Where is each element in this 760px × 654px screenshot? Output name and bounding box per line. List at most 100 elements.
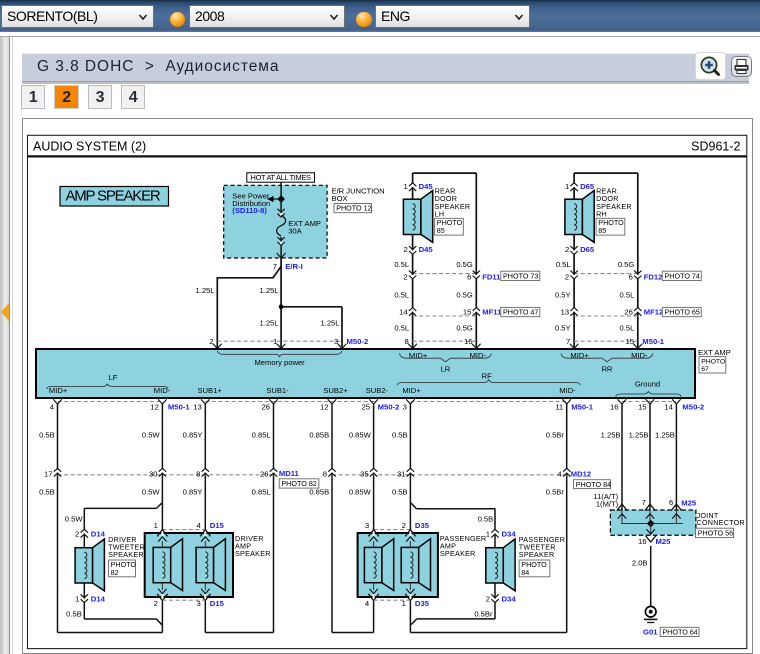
svg-text:LF: LF: [109, 373, 118, 382]
svg-text:D45: D45: [419, 182, 434, 191]
svg-text:0.5L: 0.5L: [394, 324, 409, 333]
svg-text:2: 2: [209, 337, 213, 346]
svg-text:MID+: MID+: [49, 386, 68, 395]
svg-text:1.25B: 1.25B: [655, 431, 675, 440]
svg-text:D65: D65: [580, 182, 595, 191]
svg-text:0.5L: 0.5L: [394, 260, 409, 269]
svg-text:0.5G: 0.5G: [618, 260, 635, 269]
svg-text:85: 85: [598, 226, 606, 235]
svg-text:LR: LR: [441, 365, 451, 374]
svg-text:MF11: MF11: [482, 307, 502, 316]
svg-text:11: 11: [555, 402, 563, 411]
svg-text:12: 12: [150, 402, 159, 411]
svg-text:BOX: BOX: [332, 194, 348, 203]
svg-text:6: 6: [629, 272, 633, 281]
svg-text:MID+: MID+: [570, 351, 589, 360]
svg-text:0.5B: 0.5B: [478, 514, 494, 523]
svg-text:D35: D35: [415, 521, 430, 530]
svg-text:PHOTO 82: PHOTO 82: [281, 479, 316, 488]
svg-text:D45: D45: [419, 245, 434, 254]
svg-text:PHOTO: PHOTO: [701, 358, 725, 365]
svg-text:16: 16: [610, 402, 619, 411]
svg-text:PHOTO 12: PHOTO 12: [336, 204, 371, 213]
svg-text:0.5B: 0.5B: [39, 431, 55, 440]
svg-text:0.5G: 0.5G: [456, 260, 473, 269]
svg-text:0.5B: 0.5B: [66, 610, 82, 619]
svg-text:MID+: MID+: [402, 386, 421, 395]
svg-text:2: 2: [403, 272, 407, 281]
svg-text:0.85L: 0.85L: [252, 488, 271, 497]
svg-text:G01: G01: [643, 628, 658, 637]
svg-text:7: 7: [566, 337, 570, 346]
svg-text:0.5B: 0.5B: [392, 488, 408, 497]
svg-text:8: 8: [405, 337, 409, 346]
svg-text:PHOTO 56: PHOTO 56: [698, 529, 733, 538]
svg-text:2: 2: [486, 595, 490, 604]
svg-text:SUB2-: SUB2-: [366, 386, 389, 395]
svg-text:14: 14: [399, 307, 407, 316]
svg-text:EXT AMP: EXT AMP: [698, 348, 731, 357]
svg-text:SUB1-: SUB1-: [266, 386, 289, 395]
svg-text:0.5G: 0.5G: [456, 290, 473, 299]
svg-text:SPEAKER: SPEAKER: [519, 550, 555, 559]
svg-text:AMP SPEAKER: AMP SPEAKER: [65, 188, 160, 205]
svg-text:0.5Br: 0.5Br: [546, 488, 565, 497]
svg-text:D34: D34: [502, 595, 517, 604]
svg-text:MID-: MID-: [559, 386, 576, 395]
svg-text:SD961-2: SD961-2: [691, 139, 740, 153]
svg-text:35: 35: [360, 470, 368, 479]
svg-text:1: 1: [75, 595, 79, 604]
svg-text:2: 2: [154, 599, 158, 608]
svg-text:3: 3: [365, 521, 369, 530]
svg-text:0.5G: 0.5G: [456, 324, 473, 333]
svg-text:M50-1: M50-1: [168, 402, 191, 411]
svg-text:M25: M25: [656, 537, 672, 546]
svg-text:MID-: MID-: [154, 386, 171, 395]
svg-text:14: 14: [664, 402, 673, 411]
svg-text:0.85B: 0.85B: [309, 431, 329, 440]
svg-text:12: 12: [320, 402, 329, 411]
svg-text:M50-2: M50-2: [347, 337, 369, 346]
svg-text:2: 2: [75, 530, 79, 539]
svg-text:31: 31: [397, 470, 405, 479]
svg-text:D14: D14: [91, 595, 106, 604]
svg-text:MD12: MD12: [571, 470, 591, 479]
svg-text:0.85W: 0.85W: [349, 431, 372, 440]
svg-text:SPEAKER: SPEAKER: [440, 549, 476, 558]
svg-text:AUDIO SYSTEM (2): AUDIO SYSTEM (2): [33, 139, 146, 153]
svg-text:(SD110-8): (SD110-8): [232, 206, 267, 215]
svg-text:M50-1: M50-1: [642, 337, 665, 346]
svg-text:CONNECTOR: CONNECTOR: [697, 518, 745, 527]
svg-text:MF12: MF12: [644, 307, 663, 316]
svg-text:0.5Br: 0.5Br: [474, 610, 493, 619]
svg-text:1.25B: 1.25B: [629, 431, 649, 440]
svg-text:17: 17: [44, 470, 52, 479]
svg-text:13: 13: [193, 402, 202, 411]
svg-text:15: 15: [625, 337, 634, 346]
svg-text:E/R-I: E/R-I: [285, 262, 303, 271]
svg-text:M25: M25: [681, 499, 697, 508]
svg-text:15: 15: [638, 402, 647, 411]
svg-text:PHOTO 47: PHOTO 47: [503, 308, 538, 317]
svg-text:0.85Y: 0.85Y: [183, 488, 203, 497]
svg-text:0.5L: 0.5L: [620, 290, 635, 299]
svg-text:1: 1: [404, 182, 408, 191]
svg-text:0.5Y: 0.5Y: [555, 290, 571, 299]
svg-text:2: 2: [404, 245, 408, 254]
svg-text:1: 1: [486, 530, 490, 539]
svg-text:0.85B: 0.85B: [309, 488, 329, 497]
svg-text:4: 4: [557, 470, 561, 479]
svg-text:1.25B: 1.25B: [601, 431, 621, 440]
svg-text:82: 82: [111, 568, 119, 577]
svg-text:MID+: MID+: [409, 351, 428, 360]
svg-text:SPEAKER: SPEAKER: [235, 549, 271, 558]
svg-text:4: 4: [365, 599, 370, 608]
svg-text:Memory power: Memory power: [254, 358, 305, 367]
svg-text:PHOTO 73: PHOTO 73: [503, 271, 538, 280]
svg-text:4: 4: [197, 521, 202, 530]
svg-text:0.5L: 0.5L: [556, 260, 571, 269]
svg-text:85: 85: [437, 226, 445, 235]
svg-text:3: 3: [403, 402, 407, 411]
svg-text:2: 2: [402, 521, 406, 530]
svg-text:FD12: FD12: [644, 272, 663, 281]
